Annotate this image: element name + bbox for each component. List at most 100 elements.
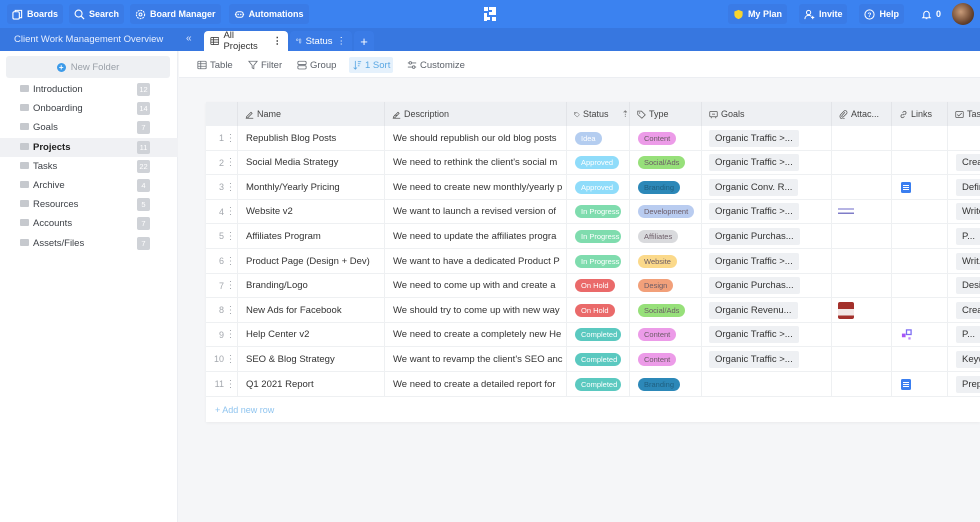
cell-name[interactable]: Social Media Strategy	[238, 150, 385, 175]
goal-chip[interactable]: Organic Revenu...	[709, 301, 798, 319]
table-row[interactable]: 5 ⋮ Affiliates Program We need to update th…	[206, 224, 980, 249]
cell-name[interactable]: Affiliates Program	[238, 224, 385, 249]
cell-status[interactable]: Approved	[567, 175, 630, 200]
cell-links[interactable]	[892, 249, 948, 273]
cell-status[interactable]: Idea	[567, 126, 630, 150]
sidebar-folder-archive[interactable]: Archive 4	[0, 176, 178, 195]
table-row[interactable]: 10 ⋮ SEO & Blog Strategy We want to revamp …	[206, 347, 980, 372]
cell-type[interactable]: Content	[630, 126, 702, 150]
goal-chip[interactable]: Organic Purchas...	[709, 227, 800, 245]
cell-name[interactable]: Q1 2021 Report	[238, 372, 385, 396]
task-chip[interactable]: P...	[956, 227, 980, 245]
app-link-icon[interactable]	[901, 329, 912, 340]
row-options-icon[interactable]: ⋮	[224, 150, 238, 175]
table-view-button[interactable]: Table	[194, 57, 236, 73]
task-chip[interactable]: Prep.	[956, 375, 980, 393]
column-header-tasks[interactable]: Task	[948, 102, 980, 126]
row-options-icon[interactable]: ⋮	[224, 372, 238, 396]
notifications-button[interactable]: 0	[916, 4, 946, 24]
row-options-icon[interactable]: ⋮	[224, 273, 238, 298]
cell-tasks[interactable]	[948, 126, 980, 150]
cell-links[interactable]	[892, 298, 948, 323]
sidebar-folder-onboarding[interactable]: Onboarding 14	[0, 99, 178, 118]
cell-links[interactable]	[892, 372, 948, 396]
customize-button[interactable]: Customize	[404, 57, 468, 73]
task-chip[interactable]: P...	[956, 326, 980, 344]
task-chip[interactable]: Crea...	[956, 301, 980, 319]
goal-chip[interactable]: Organic Traffic >...	[709, 203, 799, 221]
row-options-icon[interactable]: ⋮	[224, 298, 238, 323]
goal-chip[interactable]: Organic Traffic >...	[709, 154, 799, 172]
cell-links[interactable]	[892, 175, 948, 200]
group-button[interactable]: Group	[294, 57, 339, 73]
cell-tasks[interactable]: P...	[948, 323, 980, 347]
cell-status[interactable]: In Progress	[567, 199, 630, 224]
cell-attachments[interactable]	[832, 175, 892, 200]
cell-type[interactable]: Branding	[630, 175, 702, 200]
sort-button[interactable]: 1 Sort	[349, 57, 394, 73]
cell-status[interactable]: In Progress	[567, 249, 630, 273]
row-options-icon[interactable]: ⋮	[224, 347, 238, 372]
row-options-icon[interactable]: ⋮	[224, 249, 238, 273]
goal-chip[interactable]: Organic Conv. R...	[709, 178, 799, 196]
column-header-links[interactable]: Links	[892, 102, 948, 126]
table-row[interactable]: 8 ⋮ New Ads for Facebook We should try to c…	[206, 298, 980, 323]
cell-tasks[interactable]: Keyw	[948, 347, 980, 371]
cell-links[interactable]	[892, 126, 948, 150]
cell-goals[interactable]: Organic Traffic >...	[702, 249, 832, 273]
table-row[interactable]: 6 ⋮ Product Page (Design + Dev) We want to …	[206, 249, 980, 274]
cell-links[interactable]	[892, 199, 948, 224]
row-options-icon[interactable]: ⋮	[224, 175, 238, 200]
goal-chip[interactable]: Organic Traffic >...	[709, 129, 799, 147]
cell-tasks[interactable]: Defir	[948, 175, 980, 199]
cell-type[interactable]: Social/Ads	[630, 298, 702, 323]
tab-status[interactable]: Status ⋮	[290, 31, 352, 51]
cell-links[interactable]	[892, 150, 948, 175]
cell-tasks[interactable]: Crea...	[948, 298, 980, 322]
cell-status[interactable]: Completed	[567, 372, 630, 396]
column-header-description[interactable]: Description	[385, 102, 567, 126]
cell-attachments[interactable]	[832, 249, 892, 273]
help-button[interactable]: ? Help	[859, 4, 904, 24]
table-row[interactable]: 9 ⋮ Help Center v2 We need to create a comp…	[206, 322, 980, 348]
tab-options-icon[interactable]: ⋮	[337, 36, 347, 47]
cell-attachments[interactable]	[832, 273, 892, 298]
cell-attachments[interactable]	[832, 126, 892, 150]
task-chip[interactable]: Keyw	[956, 350, 980, 368]
cell-status[interactable]: In Progress	[567, 224, 630, 249]
invite-button[interactable]: Invite	[798, 4, 848, 24]
document-link-icon[interactable]	[901, 181, 911, 193]
cell-type[interactable]: Content	[630, 322, 702, 347]
cell-goals[interactable]: Organic Conv. R...	[702, 175, 832, 200]
cell-status[interactable]: On Hold	[567, 273, 630, 298]
cell-tasks[interactable]: P...	[948, 224, 980, 248]
cell-status[interactable]: Approved	[567, 150, 630, 175]
sidebar-folder-introduction[interactable]: Introduction 12	[0, 80, 178, 99]
cell-description[interactable]: We need to come up with and create a	[385, 273, 567, 298]
column-header-goals[interactable]: Goals	[702, 102, 832, 126]
goal-chip[interactable]: Organic Traffic >...	[709, 350, 799, 368]
cell-status[interactable]: Completed	[567, 347, 630, 372]
cell-type[interactable]: Website	[630, 249, 702, 273]
column-header-type[interactable]: Type	[630, 102, 702, 126]
sidebar-folder-tasks[interactable]: Tasks 22	[0, 157, 178, 176]
cell-links[interactable]	[892, 273, 948, 298]
tab-all-projects[interactable]: All Projects ⋮	[204, 30, 288, 52]
cell-description[interactable]: We should try to come up with new way	[385, 298, 567, 323]
cell-status[interactable]: Completed	[567, 322, 630, 347]
sidebar-folder-resources[interactable]: Resources 5	[0, 195, 178, 214]
sidebar-folder-accounts[interactable]: Accounts 7	[0, 214, 178, 233]
cell-tasks[interactable]: Write	[948, 200, 980, 224]
cell-attachments[interactable]	[832, 199, 892, 224]
search-button[interactable]: Search	[69, 4, 125, 24]
cell-goals[interactable]: Organic Traffic >...	[702, 199, 832, 224]
cell-name[interactable]: New Ads for Facebook	[238, 298, 385, 323]
cell-tasks[interactable]: Crea	[948, 151, 980, 175]
task-chip[interactable]: Desig	[956, 277, 980, 295]
task-chip[interactable]: Defir	[956, 178, 980, 196]
cell-type[interactable]: Content	[630, 347, 702, 372]
cell-description[interactable]: We should republish our old blog posts	[385, 126, 567, 150]
cell-tasks[interactable]: Writ...	[948, 249, 980, 273]
cell-name[interactable]: Monthly/Yearly Pricing	[238, 175, 385, 200]
document-link-icon[interactable]	[901, 378, 911, 390]
